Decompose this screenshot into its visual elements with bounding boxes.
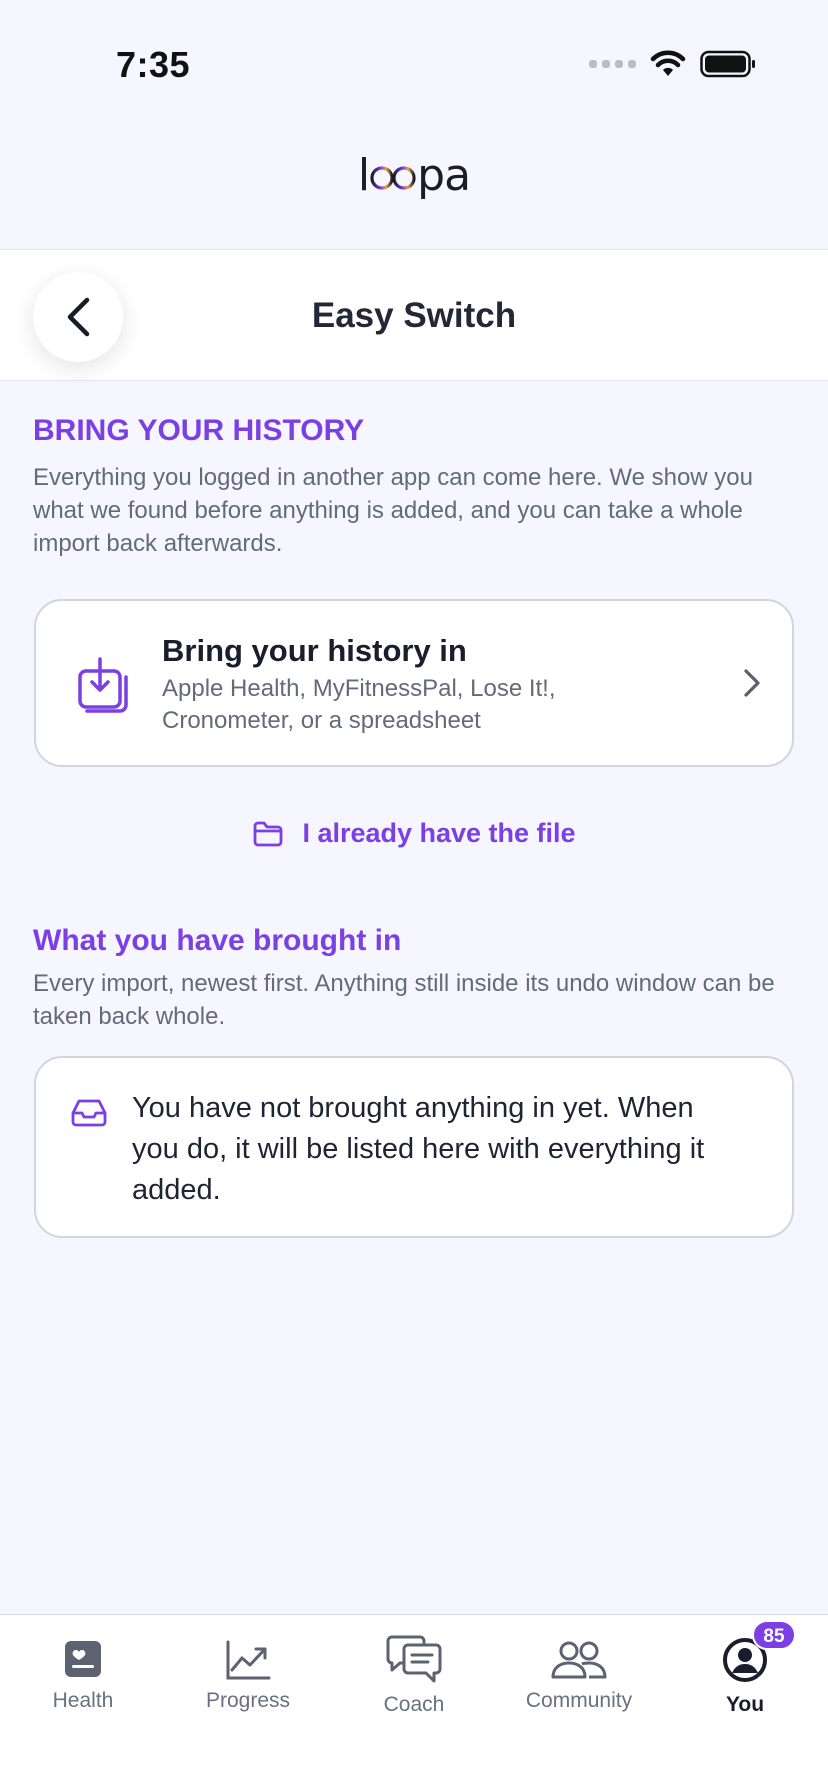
import-tray-icon [78,657,128,713]
app-logo: l pa [0,150,828,201]
wifi-icon [650,50,686,76]
logo-infinity-mark [369,150,417,201]
tab-health[interactable]: Health [0,1615,166,1735]
tab-progress-icon-wrap [165,1639,331,1681]
tab-progress-label: Progress [205,1689,291,1712]
tab-coach-icon-wrap [331,1635,497,1685]
tab-health-label: Health [52,1689,114,1712]
tab-progress[interactable]: Progress [165,1615,331,1735]
bring-history-subtitle: Apple Health, MyFitnessPal, Lose It!, Cr… [162,675,556,734]
tab-health-icon-wrap [0,1639,166,1679]
status-bar: 7:35 [0,0,828,120]
tab-bar: Health Progress Coach Community You [0,1614,828,1792]
cellular-signal-icon [589,60,636,68]
bring-history-card[interactable]: Bring your history in Apple Health, MyFi… [34,599,794,767]
empty-state-card: You have not brought anything in yet. Wh… [34,1056,794,1238]
notification-badge: 85 [752,1620,796,1650]
inbox-icon [71,1099,107,1127]
navigation-bar: Easy Switch [0,249,828,381]
back-button[interactable] [33,272,123,362]
logo-text-right: pa [417,150,471,201]
tab-coach-label: Coach [383,1693,445,1716]
tab-coach[interactable]: Coach [331,1615,497,1735]
brought-section-description: Every import, newest first. Anything sti… [33,970,775,1030]
page-title: Easy Switch [311,296,517,335]
chevron-left-icon [67,297,90,337]
tab-community-icon-wrap [496,1639,662,1681]
health-icon [65,1641,101,1677]
battery-icon [700,50,755,78]
empty-state-text: You have not brought anything in yet. Wh… [132,1092,705,1206]
already-have-file-link[interactable]: I already have the file [0,818,828,849]
history-section-heading: BRING YOUR HISTORY [33,414,365,447]
people-icon [551,1641,607,1679]
status-icons [589,50,756,78]
folder-icon [254,821,283,846]
tab-community[interactable]: Community [496,1615,662,1735]
brought-section-heading: What you have brought in [33,924,402,957]
tab-you-label: You [725,1693,765,1716]
status-time: 7:35 [116,44,191,85]
history-section-description: Everything you logged in another app can… [33,464,753,557]
chart-icon [226,1640,271,1680]
logo-text-left: l [357,150,370,201]
bring-history-title: Bring your history in [162,633,467,668]
tab-you[interactable]: You [662,1615,828,1735]
tab-community-label: Community [525,1689,633,1712]
chevron-right-icon [744,669,760,697]
already-have-file-label: I already have the file [302,818,576,848]
tab-you-icon-wrap [662,1637,828,1683]
chat-icon [386,1635,442,1683]
